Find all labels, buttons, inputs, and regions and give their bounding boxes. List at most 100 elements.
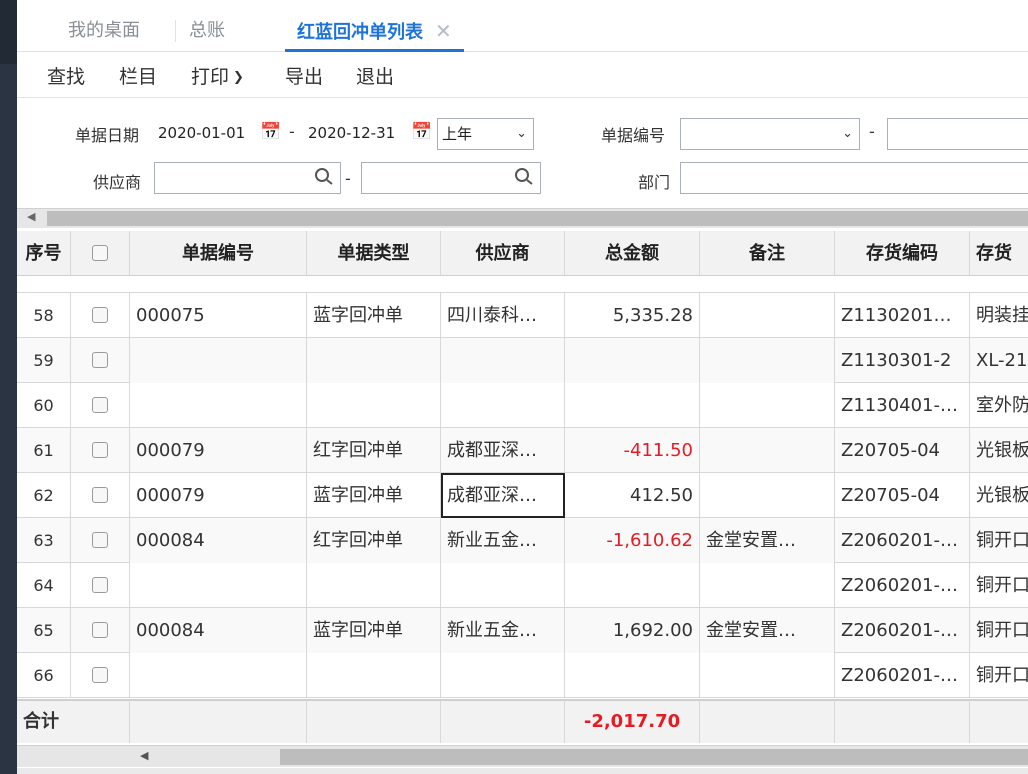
amount-cell[interactable] <box>565 383 700 428</box>
row-index[interactable]: 58 <box>17 293 71 338</box>
supplier-cell[interactable] <box>441 383 565 428</box>
doc-type-cell[interactable] <box>307 563 441 608</box>
row-checkbox[interactable] <box>71 518 130 563</box>
print-button[interactable]: 打印 ❯ <box>191 62 244 89</box>
amount-cell[interactable]: -411.50 <box>565 428 700 473</box>
supplier-to-input[interactable] <box>361 162 541 194</box>
amount-cell[interactable] <box>565 653 700 698</box>
inv-cell[interactable]: 室外防 <box>970 383 1028 428</box>
select-all-checkbox[interactable] <box>71 231 130 276</box>
row-checkbox[interactable] <box>71 383 130 428</box>
checkbox[interactable] <box>92 621 108 638</box>
search-icon[interactable] <box>514 167 534 187</box>
exit-button[interactable]: 退出 <box>356 62 394 89</box>
inv-cell[interactable]: 明装挂 <box>970 293 1028 338</box>
col-doc-type[interactable]: 单据类型 <box>307 231 441 276</box>
row-index[interactable]: 63 <box>17 518 71 563</box>
supplier-cell[interactable]: 新业五金… <box>441 608 565 653</box>
inv-code-cell[interactable]: Z20705-04 <box>835 428 970 473</box>
note-cell[interactable]: 金堂安置… <box>700 608 835 653</box>
amount-cell[interactable] <box>565 338 700 383</box>
supplier-cell[interactable] <box>441 653 565 698</box>
row-index[interactable]: 61 <box>17 428 71 473</box>
inv-cell[interactable]: 铜开口 <box>970 563 1028 608</box>
checkbox[interactable] <box>92 531 108 548</box>
row-checkbox[interactable] <box>71 563 130 608</box>
row-checkbox[interactable] <box>71 293 130 338</box>
checkbox[interactable] <box>92 396 108 413</box>
inv-cell[interactable]: 铜开口 <box>970 653 1028 698</box>
note-cell[interactable] <box>700 563 835 608</box>
note-cell[interactable] <box>700 293 835 338</box>
inv-code-cell[interactable]: Z1130301-2 <box>835 338 970 383</box>
supplier-from-input[interactable] <box>154 162 341 194</box>
checkbox[interactable] <box>92 441 108 458</box>
search-icon[interactable] <box>314 167 334 187</box>
note-cell[interactable] <box>700 653 835 698</box>
find-button[interactable]: 查找 <box>47 62 85 89</box>
amount-cell[interactable]: 1,692.00 <box>565 608 700 653</box>
row-checkbox[interactable] <box>71 653 130 698</box>
inv-cell[interactable]: 光银板 <box>970 428 1028 473</box>
inv-code-cell[interactable]: Z2060201-… <box>835 518 970 563</box>
supplier-cell[interactable]: 四川泰科… <box>441 293 565 338</box>
table-row[interactable]: 62 000079 蓝字回冲单 成都亚深… 412.50 Z20705-04 光银板 <box>17 473 1028 518</box>
supplier-cell[interactable] <box>441 563 565 608</box>
table-row[interactable]: 63 000084 红字回冲单 新业五金… -1,610.62 金堂安置… Z2060201… <box>17 518 1028 563</box>
row-index[interactable]: 65 <box>17 608 71 653</box>
checkbox[interactable] <box>92 576 108 593</box>
row-checkbox[interactable] <box>71 473 130 518</box>
amount-cell[interactable]: 5,335.28 <box>565 293 700 338</box>
inv-code-cell[interactable]: Z2060201-… <box>835 563 970 608</box>
scroll-left-icon[interactable]: ◀ <box>140 749 148 762</box>
scrollbar-thumb[interactable] <box>280 749 1028 765</box>
doc-type-cell[interactable]: 红字回冲单 <box>307 518 441 563</box>
doc-no-cell[interactable] <box>130 338 307 383</box>
doc-no-cell[interactable]: 000079 <box>130 428 307 473</box>
tab-desktop[interactable]: 我的桌面 <box>56 0 152 52</box>
inv-code-cell[interactable]: Z2060201-… <box>835 653 970 698</box>
table-row[interactable]: 65 000084 蓝字回冲单 新业五金… 1,692.00 金堂安置… Z2060201-… <box>17 608 1028 653</box>
note-cell[interactable] <box>700 473 835 518</box>
export-button[interactable]: 导出 <box>285 62 323 89</box>
calendar-icon[interactable]: 📅 <box>260 122 281 142</box>
scroll-left-icon[interactable]: ◀ <box>27 210 35 223</box>
checkbox[interactable] <box>92 306 108 323</box>
row-index[interactable]: 66 <box>17 653 71 698</box>
row-index[interactable]: 62 <box>17 473 71 518</box>
checkbox[interactable] <box>92 351 108 368</box>
inv-cell[interactable]: 铜开口 <box>970 608 1028 653</box>
doc-type-cell[interactable]: 蓝字回冲单 <box>307 608 441 653</box>
col-inv[interactable]: 存货 <box>970 231 1028 276</box>
row-checkbox[interactable] <box>71 338 130 383</box>
inv-cell[interactable]: XL-21 <box>970 338 1028 383</box>
amount-cell[interactable] <box>565 563 700 608</box>
tab-ledger[interactable]: 总账 <box>177 0 237 52</box>
doc-no-cell[interactable]: 000084 <box>130 608 307 653</box>
tab-red-blue-list[interactable]: 红蓝回冲单列表 ✕ <box>285 0 464 52</box>
checkbox[interactable] <box>92 486 108 503</box>
doc-no-cell[interactable]: 000079 <box>130 473 307 518</box>
table-row[interactable]: 61 000079 红字回冲单 成都亚深… -411.50 Z20705-04 光银板 <box>17 428 1028 473</box>
row-index[interactable]: 60 <box>17 383 71 428</box>
inv-cell[interactable]: 铜开口 <box>970 518 1028 563</box>
col-amount[interactable]: 总金额 <box>565 231 700 276</box>
columns-button[interactable]: 栏目 <box>119 62 157 89</box>
table-row[interactable]: 66 Z2060201-… 铜开口 <box>17 653 1028 698</box>
dept-input[interactable] <box>680 162 1028 194</box>
doc-no-select[interactable]: ⌄ <box>680 118 860 150</box>
amount-cell[interactable]: 412.50 <box>565 473 700 518</box>
supplier-cell[interactable] <box>441 338 565 383</box>
horizontal-scrollbar-top[interactable]: ◀ <box>17 208 1028 228</box>
scrollbar-thumb[interactable] <box>47 211 1028 226</box>
doc-no-cell[interactable]: 000075 <box>130 293 307 338</box>
close-icon[interactable]: ✕ <box>435 19 452 43</box>
note-cell[interactable]: 金堂安置… <box>700 518 835 563</box>
table-row[interactable]: 64 Z2060201-… 铜开口 <box>17 563 1028 608</box>
inv-code-cell[interactable]: Z1130401-… <box>835 383 970 428</box>
checkbox[interactable] <box>92 666 108 683</box>
doc-no-to-input[interactable] <box>887 118 1028 150</box>
inv-cell[interactable]: 光银板 <box>970 473 1028 518</box>
period-select[interactable]: 上年 ⌄ <box>437 118 534 150</box>
doc-no-cell[interactable] <box>130 653 307 698</box>
